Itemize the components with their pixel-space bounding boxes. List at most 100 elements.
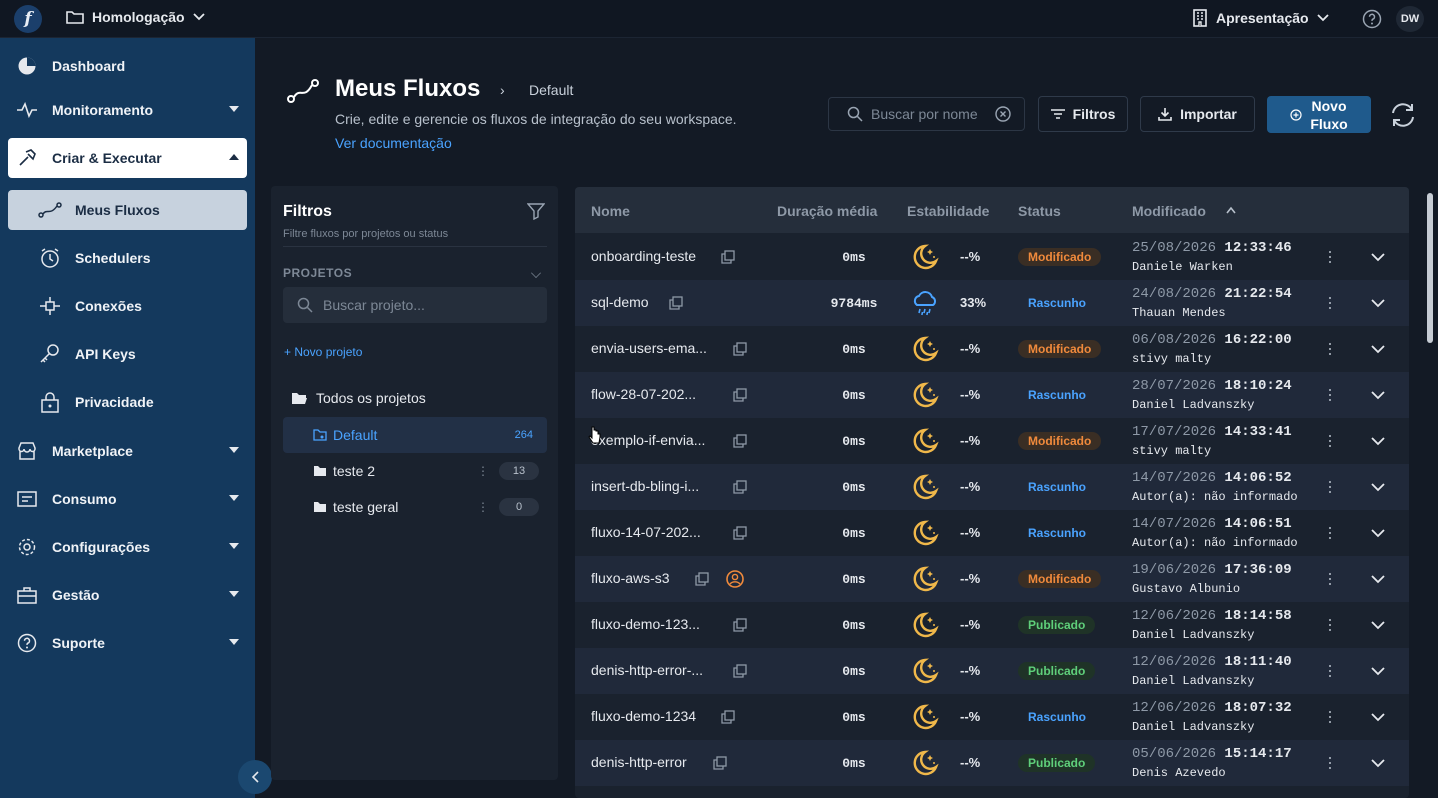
- column-header-duration[interactable]: Duração média: [777, 203, 877, 219]
- table-row[interactable]: denis-http-error 0ms --% Publicado 05/06/202…: [575, 740, 1409, 786]
- flow-name[interactable]: fluxo-14-07-202...: [591, 524, 701, 540]
- collapse-sidebar-button[interactable]: [238, 760, 272, 794]
- search-input[interactable]: [871, 106, 991, 122]
- sidebar-item-meus-fluxos[interactable]: Meus Fluxos: [8, 190, 247, 230]
- more-options-icon[interactable]: [1327, 522, 1333, 544]
- copy-icon[interactable]: [733, 526, 747, 540]
- import-button[interactable]: Importar: [1140, 96, 1255, 132]
- more-options-icon[interactable]: ⋮: [477, 500, 489, 514]
- breadcrumb[interactable]: Default: [529, 82, 573, 98]
- sidebar-item-configuracoes[interactable]: Configurações: [8, 527, 247, 567]
- more-options-icon[interactable]: [1327, 752, 1333, 774]
- copy-icon[interactable]: [669, 296, 683, 310]
- sidebar-item-suporte[interactable]: Suporte: [8, 623, 247, 663]
- project-item-teste-geral[interactable]: teste geral ⋮ 0: [283, 489, 547, 525]
- chevron-down-icon[interactable]: [1371, 664, 1385, 678]
- chevron-down-icon[interactable]: [531, 268, 541, 278]
- chevron-down-icon[interactable]: [1371, 250, 1385, 264]
- flow-name[interactable]: flow-28-07-202...: [591, 386, 696, 402]
- sidebar-item-dashboard[interactable]: Dashboard: [8, 46, 247, 86]
- sidebar-item-gestao[interactable]: Gestão: [8, 575, 247, 615]
- sort-ascending-icon[interactable]: [1226, 206, 1236, 214]
- chevron-down-icon[interactable]: [1371, 342, 1385, 356]
- flow-name[interactable]: denis-http-error-...: [591, 662, 703, 678]
- sidebar-item-conexoes[interactable]: Conexões: [8, 286, 247, 326]
- flow-name[interactable]: fluxo-demo-123...: [591, 616, 700, 632]
- help-icon[interactable]: [1362, 9, 1382, 29]
- clear-icon[interactable]: [995, 106, 1011, 122]
- chevron-down-icon[interactable]: [1371, 756, 1385, 770]
- copy-icon[interactable]: [733, 618, 747, 632]
- chevron-down-icon[interactable]: [1371, 526, 1385, 540]
- more-options-icon[interactable]: [1327, 706, 1333, 728]
- copy-icon[interactable]: [733, 664, 747, 678]
- table-row[interactable]: envia-users-ema... 0ms --% Modificado 06/08/…: [575, 326, 1409, 372]
- table-row[interactable]: onboarding-teste 0ms --% Modificado 25/08/20…: [575, 234, 1409, 280]
- sidebar-item-api-keys[interactable]: API Keys: [8, 334, 247, 374]
- chevron-down-icon[interactable]: [1371, 434, 1385, 448]
- more-options-icon[interactable]: [1327, 476, 1333, 498]
- chevron-down-icon[interactable]: [1371, 572, 1385, 586]
- copy-icon[interactable]: [721, 250, 735, 264]
- funnel-icon[interactable]: [527, 202, 545, 220]
- column-header-modified[interactable]: Modificado: [1132, 203, 1206, 219]
- copy-icon[interactable]: [733, 434, 747, 448]
- all-projects-item[interactable]: Todos os projetos: [291, 390, 426, 406]
- column-header-status[interactable]: Status: [1018, 203, 1061, 219]
- more-options-icon[interactable]: [1327, 660, 1333, 682]
- more-options-icon[interactable]: ⋮: [477, 464, 489, 478]
- flow-name[interactable]: fluxo-demo-1234: [591, 708, 696, 724]
- chevron-down-icon[interactable]: [1371, 480, 1385, 494]
- more-options-icon[interactable]: [1327, 568, 1333, 590]
- search-box[interactable]: [828, 97, 1025, 131]
- copy-icon[interactable]: [733, 480, 747, 494]
- organization-selector[interactable]: Apresentação: [1192, 9, 1329, 27]
- copy-icon[interactable]: [733, 342, 747, 356]
- sidebar-item-schedulers[interactable]: Schedulers: [8, 238, 247, 278]
- flow-name[interactable]: denis-http-error: [591, 754, 687, 770]
- copy-icon[interactable]: [695, 572, 709, 586]
- new-project-link[interactable]: + Novo projeto: [284, 345, 362, 359]
- refresh-icon[interactable]: [1388, 100, 1418, 130]
- table-row[interactable]: fluxo-14-07-202... 0ms --% Rascunho 14/07/20…: [575, 510, 1409, 556]
- table-row[interactable]: fluxo-demo-123... 0ms --% Publicado 12/06/20…: [575, 602, 1409, 648]
- table-row[interactable]: exemplo-if-envia... 0ms --% Modificado 17/07…: [575, 418, 1409, 464]
- table-row[interactable]: insert-db-bling-i... 0ms --% Rascunho 14/07/…: [575, 464, 1409, 510]
- sidebar-item-monitoramento[interactable]: Monitoramento: [8, 90, 247, 130]
- copy-icon[interactable]: [733, 388, 747, 402]
- project-item-teste-2[interactable]: teste 2 ⋮ 13: [283, 453, 547, 489]
- project-search-input[interactable]: [323, 297, 523, 313]
- more-options-icon[interactable]: [1327, 384, 1333, 406]
- table-row[interactable]: sql-demo 9784ms 33% Rascunho 24/08/2026 21:2…: [575, 280, 1409, 326]
- flow-name[interactable]: onboarding-teste: [591, 248, 696, 264]
- project-search-box[interactable]: [283, 287, 547, 323]
- copy-icon[interactable]: [713, 756, 727, 770]
- more-options-icon[interactable]: [1327, 292, 1333, 314]
- chevron-down-icon[interactable]: [1371, 296, 1385, 310]
- column-header-name[interactable]: Nome: [591, 203, 630, 219]
- more-options-icon[interactable]: [1327, 430, 1333, 452]
- table-row[interactable]: fluxo-demo-1234 0ms --% Rascunho 12/06/2026 …: [575, 694, 1409, 740]
- more-options-icon[interactable]: [1327, 614, 1333, 636]
- sidebar-item-consumo[interactable]: Consumo: [8, 479, 247, 519]
- flow-name[interactable]: envia-users-ema...: [591, 340, 707, 356]
- chevron-down-icon[interactable]: [1371, 388, 1385, 402]
- more-options-icon[interactable]: [1327, 338, 1333, 360]
- environment-selector[interactable]: Homologação: [66, 9, 205, 25]
- project-item-default[interactable]: Default 264: [283, 417, 547, 453]
- flow-name[interactable]: insert-db-bling-i...: [591, 478, 699, 494]
- sidebar-item-marketplace[interactable]: Marketplace: [8, 431, 247, 471]
- chevron-down-icon[interactable]: [1371, 710, 1385, 724]
- user-avatar[interactable]: DW: [1396, 6, 1424, 32]
- scrollbar-thumb[interactable]: [1427, 193, 1433, 343]
- flow-name[interactable]: exemplo-if-envia...: [591, 432, 705, 448]
- sidebar-item-privacidade[interactable]: Privacidade: [8, 382, 247, 422]
- column-header-stability[interactable]: Estabilidade: [907, 203, 989, 219]
- table-row[interactable]: fluxo-aws-s3 0ms --% Modificado 19/06/2026 1…: [575, 556, 1409, 602]
- scrollbar[interactable]: [1424, 187, 1436, 798]
- projects-section-title[interactable]: PROJETOS: [283, 266, 352, 280]
- filters-button[interactable]: Filtros: [1038, 96, 1128, 132]
- new-flow-button[interactable]: Novo Fluxo: [1267, 96, 1371, 133]
- flow-name[interactable]: sql-demo: [591, 294, 649, 310]
- sidebar-item-criar-executar[interactable]: Criar & Executar: [8, 138, 247, 178]
